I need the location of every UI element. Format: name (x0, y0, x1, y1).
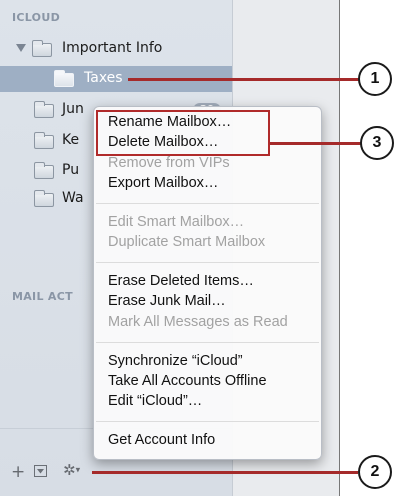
sidebar-item-important-info[interactable]: Important Info (0, 36, 232, 62)
folder-icon (54, 70, 74, 87)
callout-3-line (270, 142, 362, 145)
folder-icon (34, 101, 54, 118)
menu-item-edit-icloud[interactable]: Edit “iCloud”… (108, 393, 202, 409)
menu-separator (96, 262, 319, 263)
callout-2-marker: 2 (358, 455, 392, 489)
folder-icon (34, 190, 54, 207)
mailbox-label: Wa (62, 190, 84, 206)
gear-icon: ✲ (63, 461, 76, 479)
show-hide-mailbox-icon[interactable] (34, 465, 47, 481)
mailbox-label: Pu (62, 162, 80, 178)
menu-item-duplicate-smart-mailbox: Duplicate Smart Mailbox (108, 234, 266, 250)
menu-item-take-accounts-offline[interactable]: Take All Accounts Offline (108, 373, 267, 389)
callout-1-marker: 1 (358, 62, 392, 96)
menu-item-synchronize-icloud[interactable]: Synchronize “iCloud” (108, 353, 243, 369)
action-menu-gear-button[interactable]: ✲▾ (63, 461, 80, 479)
chevron-down-icon: ▾ (75, 465, 81, 476)
disclosure-triangle-icon[interactable] (16, 44, 26, 52)
menu-separator (96, 421, 319, 422)
mailbox-context-menu: Rename Mailbox… Delete Mailbox… Remove f… (93, 106, 322, 460)
mailbox-label: Important Info (62, 40, 163, 56)
menu-separator (96, 203, 319, 204)
callout-3-marker: 3 (360, 126, 394, 160)
mail-window-screenshot: ICLOUD Important Info Taxes Jun 20 Ke Pu… (0, 0, 340, 496)
callout-1-line (128, 78, 360, 81)
mailbox-label: Taxes (84, 70, 123, 86)
menu-item-get-account-info[interactable]: Get Account Info (108, 432, 215, 448)
menu-item-edit-smart-mailbox: Edit Smart Mailbox… (108, 214, 245, 230)
menu-highlight-box (96, 110, 270, 156)
screenshot-border (339, 0, 340, 496)
mail-activity-section-header: MAIL ACT (12, 290, 73, 303)
folder-icon (34, 132, 54, 149)
menu-item-remove-from-vips: Remove from VIPs (108, 155, 230, 171)
menu-item-export-mailbox[interactable]: Export Mailbox… (108, 175, 218, 191)
callout-2-line (92, 471, 358, 474)
menu-item-erase-junk-mail[interactable]: Erase Junk Mail… (108, 293, 226, 309)
folder-icon (34, 162, 54, 179)
folder-icon (32, 40, 52, 57)
menu-item-mark-all-read: Mark All Messages as Read (108, 314, 288, 330)
icloud-section-header: ICLOUD (12, 11, 60, 24)
mailbox-label: Ke (62, 132, 80, 148)
menu-item-erase-deleted-items[interactable]: Erase Deleted Items… (108, 273, 254, 289)
add-mailbox-button[interactable]: + (11, 462, 25, 482)
menu-separator (96, 342, 319, 343)
mailbox-label: Jun (62, 101, 84, 117)
